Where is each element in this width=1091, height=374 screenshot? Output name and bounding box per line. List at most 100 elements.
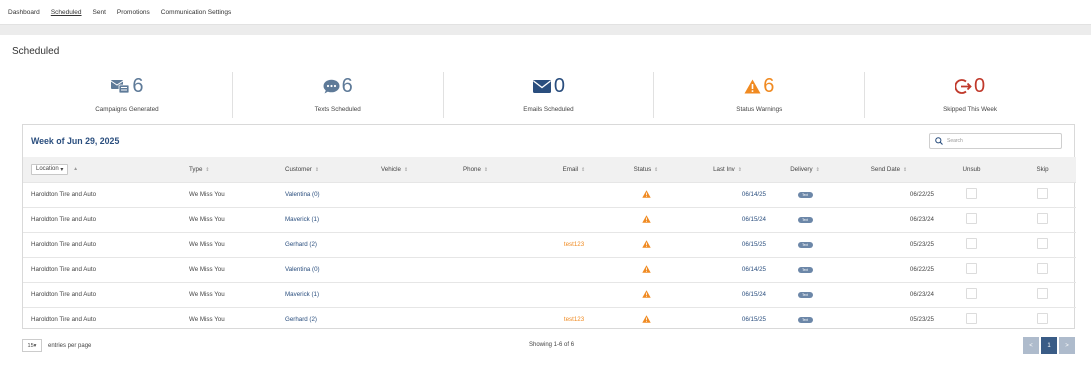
cell-last-inv-link[interactable]: 06/15/25 [681, 232, 766, 257]
col-customer[interactable]: Customer ⇕ [277, 157, 373, 182]
week-title: Week of Jun 29, 2025 [31, 136, 120, 146]
table-row: Haroldton Tire and Auto We Miss You Maveri… [23, 282, 1076, 307]
col-skip: Skip [1036, 165, 1049, 173]
search-box[interactable] [929, 133, 1062, 149]
caret-down-icon: ▾ [60, 166, 64, 173]
stat-value: 0 [553, 74, 566, 97]
cell-customer-link[interactable]: Valentina (0) [277, 257, 373, 282]
skip-checkbox[interactable] [1037, 313, 1048, 325]
warning-icon[interactable] [641, 289, 651, 298]
cell-send-date: 05/23/25 [909, 316, 934, 324]
table-header-row: Location ▾ ▲ Type ⇕ Customer ⇕ Vehicle ⇕ Ph… [23, 157, 1076, 182]
cell-phone [455, 182, 537, 207]
sort-icon: ⇕ [483, 166, 489, 173]
skip-checkbox[interactable] [1037, 188, 1048, 199]
cell-type: We Miss You [189, 266, 225, 273]
next-page-button[interactable]: > [1059, 337, 1075, 354]
col-send-date[interactable]: Send Date ⇕ [836, 157, 934, 182]
search-icon [935, 137, 943, 145]
cell-send-date: 05/23/25 [909, 241, 934, 248]
skip-icon [955, 78, 972, 94]
delivery-badge: Text [797, 192, 813, 198]
cell-last-inv-link[interactable]: 06/14/25 [681, 257, 766, 282]
unsub-checkbox[interactable] [966, 313, 977, 325]
stat-campaigns-generated: 6 Campaigns Generated [22, 72, 233, 118]
stat-emails-scheduled: 0 Emails Scheduled [444, 72, 655, 118]
cell-vehicle [373, 207, 455, 232]
unsub-checkbox[interactable] [966, 288, 977, 299]
cell-customer-link[interactable]: Valentina (0) [277, 182, 373, 207]
col-status[interactable]: Status ⇕ [603, 157, 681, 182]
col-phone[interactable]: Phone ⇕ [455, 157, 537, 182]
cell-email [537, 282, 603, 307]
cell-customer-link[interactable]: Gerhard (2) [277, 307, 373, 332]
col-vehicle[interactable]: Vehicle ⇕ [373, 157, 455, 182]
cell-status [603, 307, 681, 332]
cell-last-inv-link[interactable]: 06/15/24 [681, 207, 766, 232]
warning-icon [744, 79, 761, 93]
skip-checkbox[interactable] [1037, 213, 1048, 224]
stat-label: Skipped This Week [943, 106, 998, 113]
delivery-badge: Text [797, 317, 813, 324]
warning-icon[interactable] [641, 315, 651, 323]
cell-phone [455, 257, 537, 282]
location-filter[interactable]: Location ▾ ▲ [23, 157, 181, 182]
col-delivery[interactable]: Delivery ⇕ [766, 157, 836, 182]
stat-label: Texts Scheduled [314, 106, 361, 113]
unsub-checkbox[interactable] [966, 263, 977, 274]
location-select[interactable]: Location ▾ [31, 163, 69, 175]
cell-last-inv-link[interactable]: 06/15/24 [681, 282, 766, 307]
cell-last-inv-link[interactable]: 06/14/25 [681, 182, 766, 207]
nav-promotions[interactable]: Promotions [117, 9, 150, 16]
cell-delivery: Text [766, 307, 836, 332]
cell-skip [1001, 232, 1076, 257]
cell-phone [455, 232, 537, 257]
table-row: Haroldton Tire and Auto We Miss You Gerhar… [23, 307, 1076, 332]
unsub-checkbox[interactable] [966, 213, 977, 224]
sort-icon[interactable]: ▲ [73, 166, 78, 172]
unsub-checkbox[interactable] [966, 188, 977, 199]
cell-delivery: Text [766, 207, 836, 232]
skip-checkbox[interactable] [1037, 288, 1048, 299]
cell-unsub [934, 282, 1001, 307]
prev-page-button[interactable]: < [1023, 337, 1039, 354]
cell-last-inv-link[interactable]: 06/15/25 [681, 307, 766, 332]
skip-checkbox[interactable] [1037, 238, 1048, 249]
warning-icon[interactable] [641, 239, 651, 248]
cell-type: We Miss You [189, 241, 225, 248]
nav-dashboard[interactable]: Dashboard [8, 9, 40, 16]
nav-communication-settings[interactable]: Communication Settings [161, 9, 231, 16]
sort-icon: ⇕ [737, 166, 742, 173]
per-page-label: entries per page [48, 342, 92, 349]
col-email[interactable]: Email ⇕ [537, 157, 603, 182]
cell-email: test123 [563, 241, 585, 248]
warning-icon[interactable] [641, 189, 651, 198]
cell-phone [455, 307, 537, 332]
cell-skip [1001, 207, 1076, 232]
search-input[interactable] [947, 138, 1047, 144]
warning-icon[interactable] [641, 214, 651, 223]
table-row: Haroldton Tire and Auto We Miss You Gerhar… [23, 232, 1076, 257]
cell-customer-link[interactable]: Gerhard (2) [277, 232, 373, 257]
nav-sent[interactable]: Sent [93, 9, 106, 16]
stat-value: 6 [341, 74, 353, 97]
skip-checkbox[interactable] [1037, 263, 1048, 274]
cell-location: Haroldton Tire and Auto [31, 316, 97, 324]
cell-type: We Miss You [189, 316, 225, 324]
warning-icon[interactable] [641, 264, 651, 273]
cell-skip [1001, 257, 1076, 282]
cell-customer-link[interactable]: Maverick (1) [277, 282, 373, 307]
nav-scheduled[interactable]: Scheduled [51, 9, 82, 16]
cell-customer-link[interactable]: Maverick (1) [277, 207, 373, 232]
cell-delivery: Text [766, 282, 836, 307]
texts-icon [323, 79, 340, 93]
col-last-inv[interactable]: Last Inv ⇕ [681, 157, 766, 182]
cell-email [537, 207, 603, 232]
unsub-checkbox[interactable] [966, 238, 977, 249]
cell-vehicle [373, 182, 455, 207]
col-type[interactable]: Type ⇕ [181, 157, 277, 182]
table-footer: 15 ▾ entries per page Showing 1-6 of 6 < … [22, 337, 1075, 355]
page-1-button[interactable]: 1 [1041, 337, 1057, 354]
cell-phone [455, 207, 537, 232]
per-page-select[interactable]: 15 ▾ [22, 339, 42, 352]
